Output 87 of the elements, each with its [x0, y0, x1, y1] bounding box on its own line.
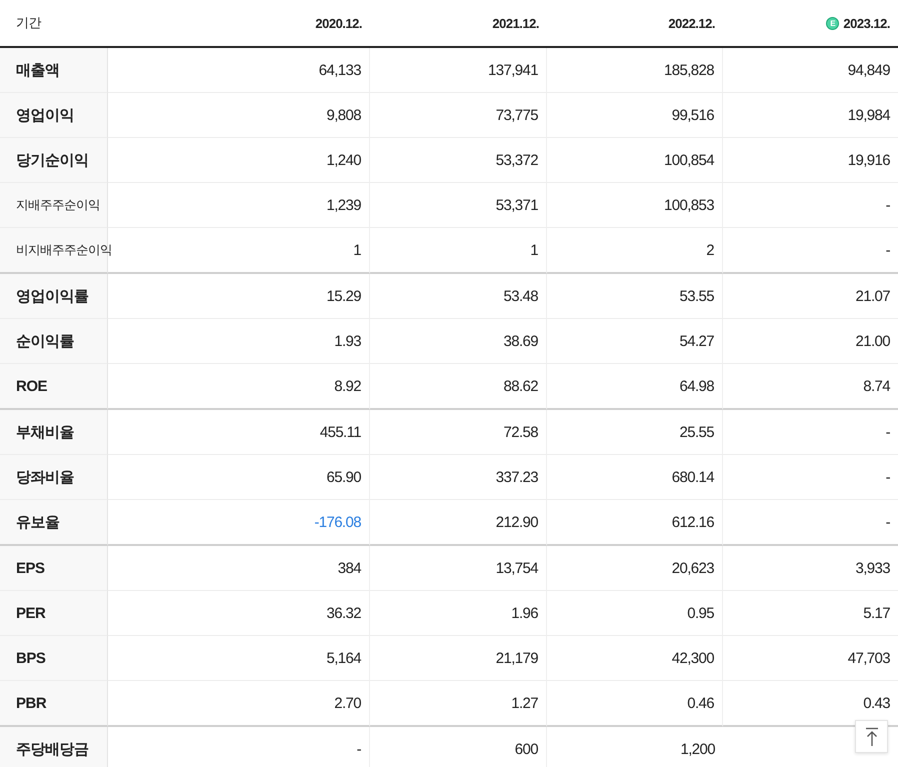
value-text: 19,916 — [848, 152, 890, 168]
row-label: 순이익률 — [16, 332, 74, 350]
value-text: 38.69 — [503, 332, 538, 350]
value-text: 1.27 — [511, 694, 538, 712]
value-text: 455.11 — [320, 424, 361, 440]
value-text: 212.90 — [496, 514, 538, 530]
value-text: 1.96 — [511, 604, 538, 622]
value-text: - — [356, 740, 361, 758]
value-text: 20,623 — [672, 560, 714, 576]
value-text: - — [886, 242, 890, 258]
value-text: 99,516 — [672, 106, 714, 124]
period-header: 기간 — [16, 14, 41, 32]
arrow-up-icon — [864, 726, 878, 746]
value-text: 88.62 — [503, 378, 538, 394]
value-text: 2.70 — [334, 694, 361, 712]
row-label: 당좌비율 — [16, 468, 74, 486]
value-text: 8.74 — [863, 378, 890, 394]
value-text: 15.29 — [326, 288, 361, 304]
value-text: 0.95 — [687, 604, 714, 622]
value-text: 100,854 — [664, 152, 714, 168]
value-text: 612.16 — [672, 514, 714, 530]
value-text: 53,372 — [496, 152, 538, 168]
value-text: 1 — [353, 242, 361, 258]
value-text: 53,371 — [496, 196, 538, 214]
value-text: 3,933 — [855, 560, 890, 576]
value-text: 73,775 — [496, 106, 538, 124]
value-text: 8.92 — [334, 378, 361, 394]
value-text: - — [886, 468, 890, 486]
value-text: 64,133 — [318, 62, 361, 78]
value-text: 680.14 — [672, 468, 714, 486]
year-header: 2022.12. — [668, 16, 715, 30]
value-text: - — [886, 424, 890, 440]
row-label: EPS — [16, 560, 45, 576]
value-text: 384 — [338, 560, 361, 576]
value-text: 2 — [706, 242, 714, 258]
value-text: 64.98 — [679, 378, 714, 394]
value-text: 54.27 — [679, 332, 714, 350]
row-label: 비지배주주순이익 — [16, 242, 112, 258]
value-text: 0.46 — [687, 694, 714, 712]
value-text: 1.93 — [334, 332, 361, 350]
row-label: 당기순이익 — [16, 150, 88, 170]
value-text: 36.32 — [326, 604, 361, 622]
value-text: 65.90 — [326, 468, 361, 486]
value-text: 1,239 — [326, 196, 361, 214]
row-label: 부채비율 — [16, 422, 74, 442]
value-text: 5,164 — [326, 650, 361, 666]
value-text: 337.23 — [496, 468, 538, 486]
estimate-badge: E — [826, 16, 840, 30]
value-text: 13,754 — [496, 560, 538, 576]
value-text: 21.07 — [855, 288, 890, 304]
row-label: 지배주주순이익 — [16, 196, 100, 214]
value-text: 100,853 — [664, 196, 714, 214]
value-text: 19,984 — [848, 106, 890, 124]
row-label: 영업이익 — [16, 106, 74, 124]
row-label: 영업이익률 — [16, 286, 88, 306]
scroll-top-button[interactable] — [855, 720, 888, 753]
value-text: - — [886, 196, 890, 214]
value-text: 1,240 — [326, 152, 361, 168]
value-text: 94,849 — [848, 62, 890, 78]
value-text: 1,200 — [680, 740, 715, 758]
year-header: 2021.12. — [492, 16, 539, 30]
value-text: - — [886, 514, 890, 530]
value-text: 72.58 — [503, 424, 538, 440]
value-text: 5.17 — [863, 604, 890, 622]
value-text: 53.48 — [503, 288, 538, 304]
row-label: ROE — [16, 378, 48, 394]
row-label: 유보율 — [16, 512, 60, 532]
value-text: 53.55 — [679, 288, 714, 304]
value-text: 600 — [514, 740, 538, 758]
year-header: 2020.12. — [315, 16, 362, 30]
value-text: 25.55 — [679, 424, 714, 440]
value-text: 185,828 — [664, 62, 714, 78]
value-text: 47,703 — [848, 650, 890, 666]
row-label: PER — [16, 604, 46, 622]
row-label: 매출액 — [16, 60, 60, 80]
value-text: 21.00 — [855, 332, 890, 350]
value-text: -176.08 — [314, 514, 361, 530]
value-text: 0.43 — [863, 694, 890, 712]
value-text: 1 — [530, 242, 538, 258]
value-text: 137,941 — [488, 62, 538, 78]
year-header: 2023.12. — [843, 16, 890, 30]
row-label: PBR — [16, 694, 46, 712]
row-label: BPS — [16, 650, 46, 666]
value-text: 42,300 — [672, 650, 714, 666]
row-label: 주당배당금 — [16, 740, 88, 758]
value-text: 9,808 — [326, 106, 361, 124]
value-text: 21,179 — [496, 650, 538, 666]
